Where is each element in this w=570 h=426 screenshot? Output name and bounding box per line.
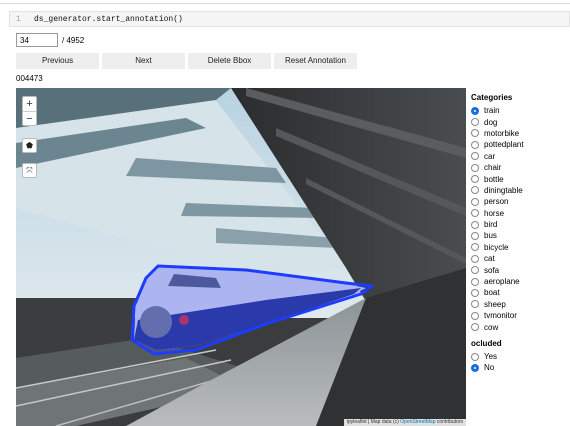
radio-button[interactable] <box>471 118 479 127</box>
next-button[interactable]: Next <box>102 53 185 69</box>
fullscreen-icon[interactable]: ⤧ <box>22 163 37 178</box>
radio-button[interactable] <box>471 175 479 184</box>
category-option[interactable]: sofa <box>471 264 570 275</box>
category-option-label: horse <box>484 208 505 218</box>
category-option-label: aeroplane <box>484 277 520 287</box>
zoom-in-button[interactable]: + <box>23 97 36 111</box>
map-attribution: ipyleaflet | Map data (c) OpenStreetMap … <box>343 419 466 426</box>
occluded-heading: ocluded <box>471 338 502 348</box>
radio-button[interactable] <box>471 266 479 275</box>
occluded-option-label: Yes <box>484 352 498 361</box>
category-option-label: tvmonitor <box>484 311 517 321</box>
categories-heading: Categories <box>471 93 513 102</box>
category-option[interactable]: dog <box>471 116 570 127</box>
category-option[interactable]: bicycle <box>471 242 570 253</box>
radio-button[interactable] <box>471 220 479 229</box>
image-id-label: 004473 <box>16 74 43 83</box>
category-option[interactable]: boat <box>471 287 570 298</box>
category-option[interactable]: bird <box>471 219 570 230</box>
radio-button[interactable] <box>471 288 479 297</box>
category-option[interactable]: bus <box>471 230 570 241</box>
radio-button[interactable] <box>471 129 479 138</box>
occluded-option[interactable]: Yes <box>471 351 570 362</box>
radio-button[interactable] <box>471 323 479 332</box>
category-option-label: bottle <box>484 174 504 184</box>
radio-button[interactable] <box>471 163 479 172</box>
category-option[interactable]: train <box>471 105 570 116</box>
category-option[interactable]: car <box>471 151 570 162</box>
radio-button[interactable] <box>471 254 479 263</box>
category-option-label: cat <box>484 254 495 264</box>
image-index-input[interactable] <box>16 33 58 47</box>
radio-button[interactable] <box>471 186 479 195</box>
radio-button[interactable] <box>471 352 479 361</box>
category-option[interactable]: cat <box>471 253 570 264</box>
category-option[interactable]: horse <box>471 208 570 219</box>
label-panel: Categories train dog motorbike pottedplant c… <box>471 93 570 374</box>
category-option[interactable]: tvmonitor <box>471 310 570 321</box>
radio-button[interactable] <box>471 231 479 240</box>
radio-button[interactable] <box>471 277 479 286</box>
radio-button[interactable] <box>471 300 479 309</box>
category-option-label: chair <box>484 163 502 173</box>
radio-button[interactable] <box>471 311 479 320</box>
category-option-label: dog <box>484 117 498 127</box>
category-option-label: bicycle <box>484 242 509 252</box>
category-option[interactable]: person <box>471 196 570 207</box>
radio-button[interactable] <box>471 209 479 218</box>
radio-button[interactable] <box>471 152 479 161</box>
category-option[interactable]: aeroplane <box>471 276 570 287</box>
category-option-label: bus <box>484 231 497 241</box>
occluded-option[interactable]: No <box>471 362 570 373</box>
radio-button[interactable] <box>471 363 479 372</box>
category-option[interactable]: pottedplant <box>471 139 570 150</box>
cell-code[interactable]: ds_generator.start_annotation() <box>34 15 183 24</box>
radio-button[interactable] <box>471 140 479 149</box>
radio-button[interactable] <box>471 197 479 206</box>
category-option[interactable]: diningtable <box>471 185 570 196</box>
category-option-label: sofa <box>484 265 500 275</box>
zoom-out-button[interactable]: − <box>23 112 36 126</box>
reset-annotation-button[interactable]: Reset Annotation <box>274 53 357 69</box>
category-option-label: train <box>484 106 500 116</box>
category-option-label: bird <box>484 220 498 230</box>
category-option[interactable]: bottle <box>471 173 570 184</box>
category-option-label: diningtable <box>484 185 523 195</box>
category-option-label: cow <box>484 322 499 332</box>
occluded-option-label: No <box>484 363 495 373</box>
category-option[interactable]: cow <box>471 321 570 332</box>
category-option-label: boat <box>484 288 500 298</box>
bbox-annotation-polygon[interactable] <box>16 88 466 426</box>
image-total-count: / 4952 <box>62 36 85 45</box>
zoom-control[interactable]: + − <box>22 96 37 126</box>
top-divider <box>0 3 570 4</box>
annotation-map[interactable]: + − ⬟ ⤧ ipyleaflet | Map data (c) OpenSt… <box>16 88 466 426</box>
category-option[interactable]: sheep <box>471 299 570 310</box>
category-option-label: car <box>484 151 496 161</box>
category-option-label: sheep <box>484 299 506 309</box>
categories-radio-group[interactable]: train dog motorbike pottedplant car chair bott… <box>471 105 570 333</box>
previous-button[interactable]: Previous <box>16 53 99 69</box>
delete-bbox-button[interactable]: Delete Bbox <box>188 53 271 69</box>
category-option-label: person <box>484 197 509 207</box>
radio-button[interactable] <box>471 243 479 252</box>
category-option[interactable]: chair <box>471 162 570 173</box>
radio-button[interactable] <box>471 106 479 115</box>
occluded-radio-group[interactable]: Yes No <box>471 351 570 374</box>
category-option[interactable]: motorbike <box>471 128 570 139</box>
category-option-label: pottedplant <box>484 140 524 150</box>
osm-link[interactable]: OpenStreetMap <box>400 419 435 425</box>
cell-line-number: 1 <box>16 15 21 24</box>
draw-polygon-icon[interactable]: ⬟ <box>22 138 37 153</box>
category-option-label: motorbike <box>484 128 520 138</box>
notebook-code-cell[interactable]: 1 ds_generator.start_annotation() <box>9 11 570 27</box>
